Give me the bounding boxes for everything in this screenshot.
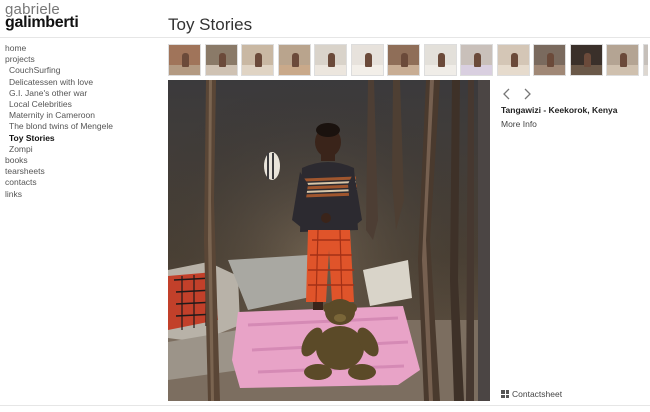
grid-icon xyxy=(501,390,509,398)
thumbnail[interactable] xyxy=(496,44,530,76)
previous-button[interactable] xyxy=(501,88,513,100)
thumbnail[interactable] xyxy=(642,44,648,76)
thumbnail-figure xyxy=(474,53,481,67)
nav-item-local-celebrities[interactable]: Local Celebrities xyxy=(5,99,113,110)
footer-divider xyxy=(0,405,650,406)
nav-item-projects[interactable]: projects xyxy=(5,54,113,65)
photo-image xyxy=(168,80,490,401)
thumbnail-figure xyxy=(291,53,299,67)
thumbnail-figure xyxy=(255,53,262,67)
nav-item-the-blond-twins-of-mengele[interactable]: The blond twins of Mengele xyxy=(5,121,113,132)
nav-item-contacts[interactable]: contacts xyxy=(5,177,113,188)
thumbnail-figure xyxy=(364,53,372,67)
thumbnail-figure xyxy=(218,53,226,67)
thumbnail-figure xyxy=(437,53,445,67)
nav-item-zompi[interactable]: Zompi xyxy=(5,144,113,155)
thumbnail-figure xyxy=(510,53,518,67)
thumbnail-figure xyxy=(583,53,591,67)
thumbnail-figure xyxy=(182,53,189,67)
sidebar-nav: home projects CouchSurfing Delicatessen wit… xyxy=(5,43,113,200)
nav-item-delicatessen-with-love[interactable]: Delicatessen with love xyxy=(5,77,113,88)
nav-item-tearsheets[interactable]: tearsheets xyxy=(5,166,113,177)
thumbnail[interactable] xyxy=(277,44,311,76)
thumbnail[interactable] xyxy=(387,44,420,76)
more-info-link[interactable]: More Info xyxy=(501,119,537,129)
thumbnail-figure xyxy=(401,53,408,67)
thumbnail[interactable] xyxy=(314,44,347,76)
contactsheet-label: Contactsheet xyxy=(512,389,563,399)
thumbnail[interactable] xyxy=(606,44,639,76)
thumbnail[interactable] xyxy=(533,44,566,76)
thumbnail-figure xyxy=(620,53,627,67)
contactsheet-link[interactable]: Contactsheet xyxy=(501,389,562,399)
thumbnail-figure xyxy=(547,53,554,67)
main-photo[interactable] xyxy=(168,80,490,401)
chevron-left-icon xyxy=(503,88,510,100)
nav-item-links[interactable]: links xyxy=(5,189,113,200)
thumbnail[interactable] xyxy=(460,44,493,76)
thumbnail-floor xyxy=(643,65,648,75)
photo-caption: Tangawizi - Keekorok, Kenya xyxy=(501,105,618,115)
thumbnail[interactable] xyxy=(241,44,274,76)
next-button[interactable] xyxy=(521,88,533,100)
thumbnail-strip xyxy=(168,44,648,76)
nav-item-couchsurfing[interactable]: CouchSurfing xyxy=(5,65,113,76)
thumbnail-figure xyxy=(328,53,335,67)
thumbnail[interactable] xyxy=(569,44,603,76)
thumbnail[interactable] xyxy=(423,44,457,76)
thumbnail[interactable] xyxy=(168,44,201,76)
site-logo[interactable]: gabriele galimberti xyxy=(5,2,79,31)
logo-last-name: galimberti xyxy=(5,14,79,31)
thumbnail[interactable] xyxy=(204,44,238,76)
nav-item-maternity-in-cameroon[interactable]: Maternity in Cameroon xyxy=(5,110,113,121)
nav-item-g-i-jane-s-other-war[interactable]: G.I. Jane's other war xyxy=(5,88,113,99)
thumbnail[interactable] xyxy=(350,44,384,76)
page-title: Toy Stories xyxy=(168,15,253,34)
header-divider xyxy=(0,37,650,38)
nav-item-home[interactable]: home xyxy=(5,43,113,54)
chevron-right-icon xyxy=(524,88,531,100)
nav-item-books[interactable]: books xyxy=(5,155,113,166)
nav-item-toy-stories[interactable]: Toy Stories xyxy=(5,133,113,144)
